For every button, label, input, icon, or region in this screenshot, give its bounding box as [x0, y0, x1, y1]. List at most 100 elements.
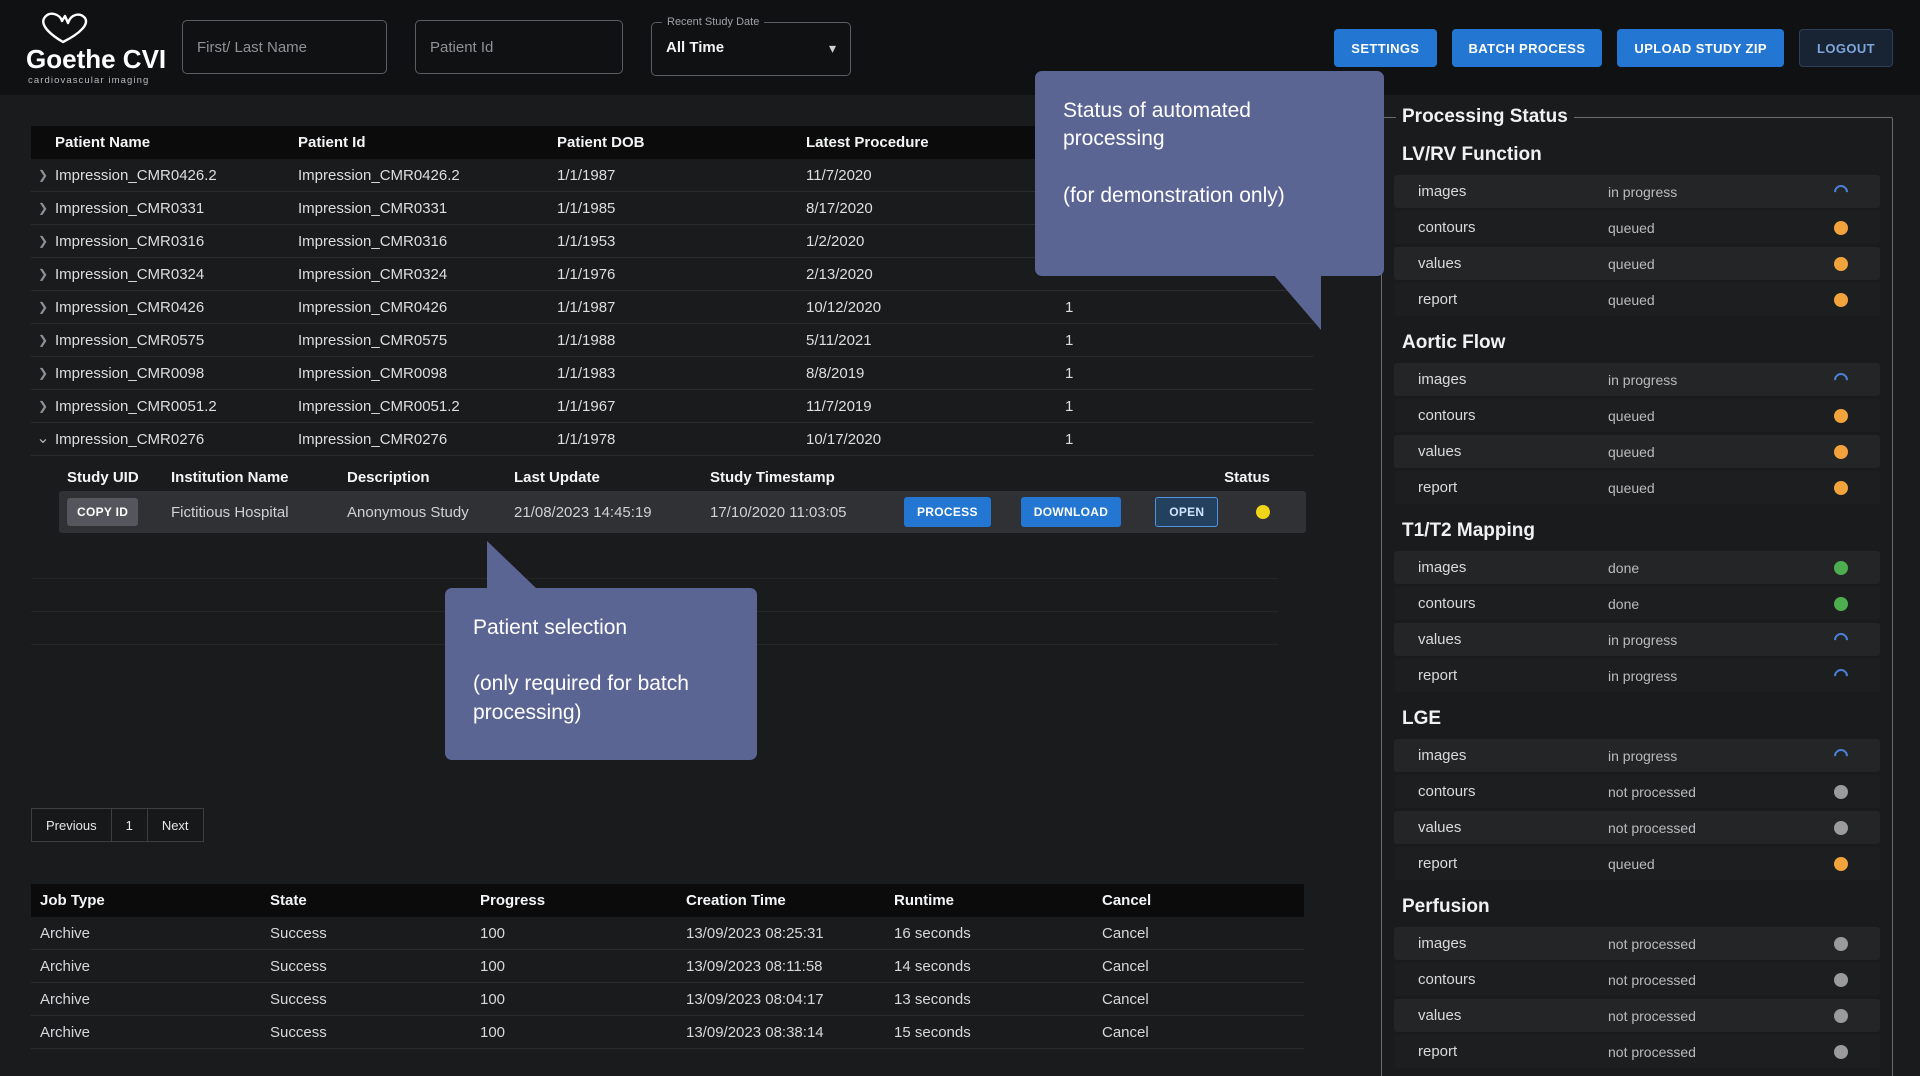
processing-status-row: imagesnot processed — [1394, 927, 1880, 960]
patient-id-search-input[interactable] — [415, 20, 623, 74]
job-type-cell: Archive — [40, 991, 270, 1008]
pagination: Previous 1 Next — [31, 808, 204, 842]
patient-name-cell: Impression_CMR0426.2 — [55, 167, 298, 184]
processing-step-status: in progress — [1608, 748, 1834, 764]
status-dot-icon — [1834, 409, 1848, 423]
column-header-last-update: Last Update — [514, 469, 710, 486]
processing-step-status: in progress — [1608, 372, 1834, 388]
processing-step-status: in progress — [1608, 632, 1834, 648]
job-state-cell: Success — [270, 1024, 480, 1041]
processing-step-status: done — [1608, 560, 1834, 576]
processing-status-row: reportqueued — [1394, 471, 1880, 504]
column-header-patient-dob: Patient DOB — [557, 134, 806, 151]
app-title: Goethe CVI — [26, 44, 166, 75]
patient-row[interactable]: ❯Impression_CMR0098Impression_CMR00981/1… — [31, 357, 1313, 390]
name-search-input[interactable] — [182, 20, 387, 74]
chevron-right-icon[interactable]: ❯ — [31, 333, 55, 347]
processing-step-status: in progress — [1608, 184, 1834, 200]
status-dot-icon — [1834, 857, 1848, 871]
next-page-button[interactable]: Next — [147, 808, 204, 842]
patient-dob-cell: 1/1/1967 — [557, 398, 806, 415]
latest-procedure-cell: 2/13/2020 — [806, 266, 1065, 283]
cancel-job-link[interactable]: Cancel — [1102, 991, 1304, 1008]
previous-page-button[interactable]: Previous — [31, 808, 112, 842]
tooltip-text-line: Status of automated processing — [1063, 97, 1356, 154]
processing-step-status: queued — [1608, 480, 1834, 496]
last-update-cell: 21/08/2023 14:45:19 — [514, 504, 710, 521]
patient-row[interactable]: ❯Impression_CMR0051.2Impression_CMR0051.… — [31, 390, 1313, 423]
column-header-patient-id: Patient Id — [298, 134, 557, 151]
latest-procedure-cell: 11/7/2019 — [806, 398, 1065, 415]
job-type-cell: Archive — [40, 925, 270, 942]
cancel-job-link[interactable]: Cancel — [1102, 1024, 1304, 1041]
processing-step-status: not processed — [1608, 936, 1834, 952]
column-header-runtime: Runtime — [894, 892, 1102, 909]
processing-step-label: values — [1418, 819, 1608, 836]
patient-dob-cell: 1/1/1987 — [557, 167, 806, 184]
patient-dob-cell: 1/1/1976 — [557, 266, 806, 283]
status-dot-icon — [1834, 821, 1848, 835]
process-button[interactable]: PROCESS — [904, 497, 991, 527]
patient-dob-cell: 1/1/1953 — [557, 233, 806, 250]
chevron-right-icon[interactable]: ❯ — [31, 366, 55, 380]
job-progress-cell: 100 — [480, 1024, 686, 1041]
patient-row[interactable]: ❯Impression_CMR0575Impression_CMR05751/1… — [31, 324, 1313, 357]
column-header-state: State — [270, 892, 480, 909]
patient-name-cell: Impression_CMR0324 — [55, 266, 298, 283]
processing-status-row: reportqueued — [1394, 847, 1880, 880]
latest-procedure-cell: 1/2/2020 — [806, 233, 1065, 250]
patient-dob-cell: 1/1/1988 — [557, 332, 806, 349]
column-header-job-type: Job Type — [40, 892, 270, 909]
jobs-table-header: Job Type State Progress Creation Time Ru… — [31, 884, 1304, 917]
processing-status-row: valuesqueued — [1394, 435, 1880, 468]
patient-id-cell: Impression_CMR0276 — [298, 431, 557, 448]
chevron-right-icon[interactable]: ❯ — [31, 234, 55, 248]
chevron-down-icon[interactable]: ⌄ — [31, 434, 55, 444]
processing-status-row: contoursqueued — [1394, 211, 1880, 244]
job-creation-time-cell: 13/09/2023 08:38:14 — [686, 1024, 894, 1041]
study-timestamp-cell: 17/10/2020 11:03:05 — [710, 504, 904, 521]
patient-name-cell: Impression_CMR0051.2 — [55, 398, 298, 415]
search-controls: Recent Study Date All Time ▾ — [182, 20, 851, 76]
upload-study-zip-button[interactable]: UPLOAD STUDY ZIP — [1617, 29, 1784, 67]
column-header-status: Status — [904, 469, 1306, 486]
chevron-right-icon[interactable]: ❯ — [31, 168, 55, 182]
settings-button[interactable]: SETTINGS — [1334, 29, 1436, 67]
spinner-icon — [1831, 370, 1851, 390]
processing-step-status: queued — [1608, 256, 1834, 272]
processing-step-label: values — [1418, 631, 1608, 648]
logout-button[interactable]: LOGOUT — [1799, 29, 1893, 67]
copy-id-button[interactable]: COPY ID — [67, 498, 138, 526]
processing-step-status: queued — [1608, 408, 1834, 424]
patient-dob-cell: 1/1/1985 — [557, 200, 806, 217]
chevron-down-icon: ▾ — [829, 40, 836, 57]
cancel-job-link[interactable]: Cancel — [1102, 925, 1304, 942]
job-progress-cell: 100 — [480, 958, 686, 975]
processing-step-status: done — [1608, 596, 1834, 612]
processing-step-status: queued — [1608, 444, 1834, 460]
study-date-select-value: All Time — [666, 39, 724, 56]
patient-name-cell: Impression_CMR0331 — [55, 200, 298, 217]
processing-status-row: reportnot processed — [1394, 1035, 1880, 1068]
patient-id-cell: Impression_CMR0331 — [298, 200, 557, 217]
spinner-icon — [1831, 182, 1851, 202]
study-date-select[interactable]: Recent Study Date All Time ▾ — [651, 22, 851, 76]
status-dot-icon — [1834, 221, 1848, 235]
chevron-right-icon[interactable]: ❯ — [31, 300, 55, 314]
page-number-button[interactable]: 1 — [111, 808, 148, 842]
patient-id-cell: Impression_CMR0051.2 — [298, 398, 557, 415]
cancel-job-link[interactable]: Cancel — [1102, 958, 1304, 975]
processing-step-label: report — [1418, 667, 1608, 684]
open-button[interactable]: OPEN — [1155, 497, 1218, 527]
patient-row[interactable]: ⌄Impression_CMR0276Impression_CMR02761/1… — [31, 423, 1313, 456]
patient-row[interactable]: ❯Impression_CMR0426Impression_CMR04261/1… — [31, 291, 1313, 324]
processing-status-row: valuesin progress — [1394, 623, 1880, 656]
chevron-right-icon[interactable]: ❯ — [31, 399, 55, 413]
spinner-icon — [1831, 666, 1851, 686]
download-button[interactable]: DOWNLOAD — [1021, 497, 1121, 527]
chevron-right-icon[interactable]: ❯ — [31, 201, 55, 215]
chevron-right-icon[interactable]: ❯ — [31, 267, 55, 281]
processing-step-status: queued — [1608, 292, 1834, 308]
job-state-cell: Success — [270, 991, 480, 1008]
batch-process-button[interactable]: BATCH PROCESS — [1452, 29, 1603, 67]
